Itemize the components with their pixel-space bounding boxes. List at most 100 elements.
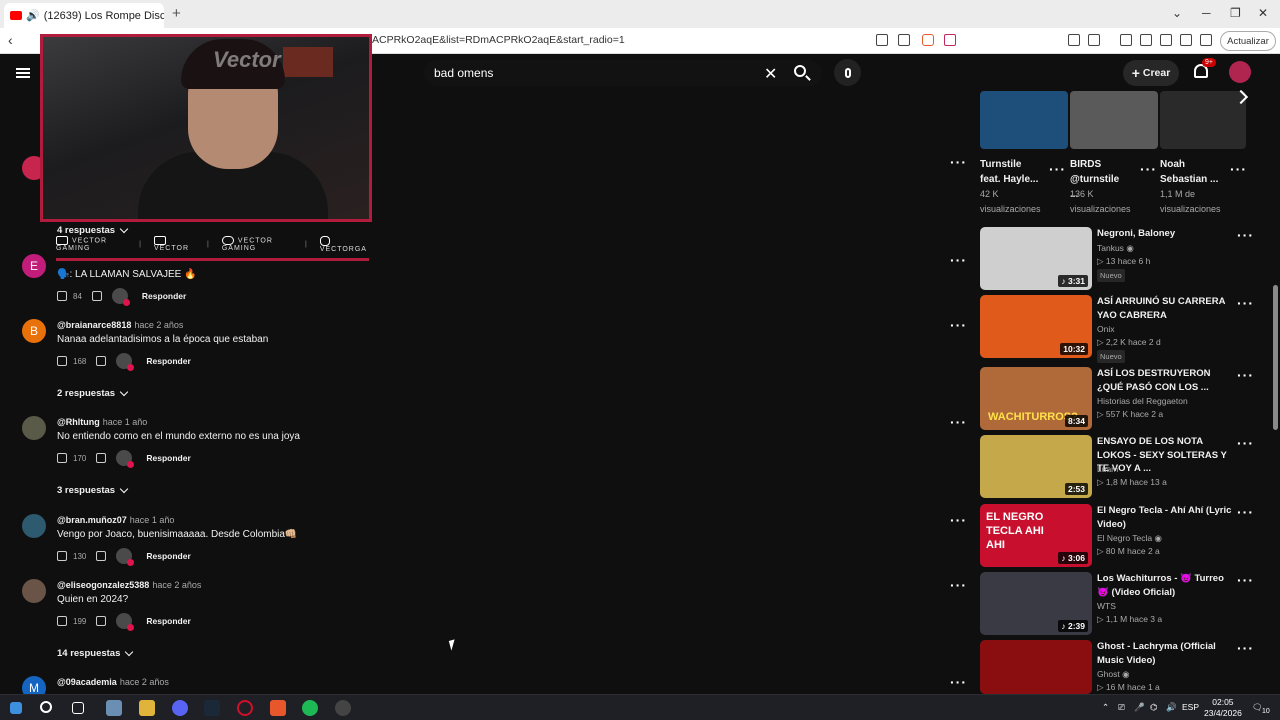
- comment-avatar[interactable]: B: [22, 319, 46, 343]
- shelf-menu-icon[interactable]: ···: [1230, 162, 1247, 176]
- video-thumbnail[interactable]: 10:32: [980, 295, 1092, 358]
- brave-icon[interactable]: [270, 700, 286, 716]
- video-menu-icon[interactable]: ···: [1237, 436, 1254, 450]
- dislike-icon[interactable]: [96, 551, 107, 561]
- back-icon[interactable]: ‹: [8, 32, 13, 48]
- like-icon[interactable]: [57, 356, 67, 366]
- video-title[interactable]: El Negro Tecla - Ahí Ahí (Lyric Video): [1097, 504, 1237, 531]
- file-explorer-icon[interactable]: [139, 700, 155, 716]
- video-thumbnail[interactable]: 2:53: [980, 435, 1092, 498]
- comment-menu-icon[interactable]: ···: [950, 675, 967, 689]
- dislike-icon[interactable]: [91, 291, 102, 301]
- channel-name[interactable]: WTS: [1097, 601, 1116, 611]
- wifi-icon[interactable]: ⌬: [1150, 702, 1157, 713]
- wallet-icon[interactable]: [1088, 34, 1100, 46]
- create-button[interactable]: + Crear: [1123, 60, 1179, 86]
- reply-button[interactable]: Responder: [146, 453, 190, 463]
- video-thumbnail[interactable]: ♪ 2:39: [980, 572, 1092, 635]
- network-icon[interactable]: ⎚: [1118, 702, 1125, 713]
- video-title[interactable]: ASÍ ARRUINÓ SU CARRERA YAO CABRERA: [1097, 295, 1237, 322]
- leo-icon[interactable]: [1180, 34, 1192, 46]
- sidebar-icon[interactable]: [1140, 34, 1152, 46]
- comment-author[interactable]: @Rhltung hace 1 año: [57, 417, 147, 427]
- comment-menu-icon[interactable]: ···: [950, 318, 967, 332]
- comment-author[interactable]: @bran.muñoz07 hace 1 año: [57, 515, 174, 525]
- video-menu-icon[interactable]: ···: [1237, 641, 1254, 655]
- video-menu-icon[interactable]: ···: [1237, 573, 1254, 587]
- shelf-menu-icon[interactable]: ···: [1049, 162, 1066, 176]
- comment-avatar[interactable]: E: [22, 254, 46, 278]
- comment-menu-icon[interactable]: ···: [950, 155, 967, 169]
- dislike-icon[interactable]: [96, 356, 107, 366]
- account-avatar[interactable]: [1229, 61, 1251, 83]
- comment-author[interactable]: @braianarce8818 hace 2 años: [57, 320, 183, 330]
- mic-icon[interactable]: 🎤: [1134, 702, 1145, 713]
- reply-button[interactable]: Responder: [146, 551, 190, 561]
- like-icon[interactable]: [57, 551, 67, 561]
- channel-name[interactable]: El Negro Tecla ◉: [1097, 533, 1162, 544]
- video-title[interactable]: Negroni, Baloney: [1097, 227, 1237, 241]
- video-thumbnail[interactable]: [980, 640, 1092, 694]
- channel-name[interactable]: Tankus ◉: [1097, 243, 1134, 254]
- url-field[interactable]: ACPRkO2aqE&list=RDmACPRkO2aqE&start_radi…: [372, 34, 625, 46]
- video-thumbnail[interactable]: ♪ 3:31: [980, 227, 1092, 290]
- windows-start-icon[interactable]: [10, 702, 22, 714]
- clear-search-icon[interactable]: ✕: [764, 64, 777, 84]
- brave-rewards-icon[interactable]: [944, 34, 956, 46]
- comment-menu-icon[interactable]: ···: [950, 253, 967, 267]
- maximize-button[interactable]: ❐: [1230, 6, 1241, 20]
- shelf-menu-icon[interactable]: ···: [1140, 162, 1157, 176]
- comment-menu-icon[interactable]: ···: [950, 578, 967, 592]
- replies-toggle[interactable]: 14 respuestas: [57, 647, 134, 659]
- language-indicator[interactable]: ESP: [1182, 702, 1199, 712]
- video-menu-icon[interactable]: ···: [1237, 296, 1254, 310]
- like-icon[interactable]: [57, 616, 67, 626]
- chevron-down-icon[interactable]: ⌄: [1172, 6, 1182, 20]
- comment-avatar[interactable]: [22, 514, 46, 538]
- comment-avatar[interactable]: [22, 416, 46, 440]
- new-tab-button[interactable]: +: [172, 5, 181, 22]
- close-window-button[interactable]: ✕: [1258, 6, 1268, 20]
- task-view-icon[interactable]: [72, 702, 84, 714]
- comment-menu-icon[interactable]: ···: [950, 415, 967, 429]
- search-icon[interactable]: [40, 701, 52, 713]
- bookmark-icon[interactable]: [1160, 34, 1172, 46]
- replies-toggle[interactable]: 4 respuestas: [57, 224, 129, 236]
- obs-icon[interactable]: [335, 700, 351, 716]
- like-icon[interactable]: [57, 453, 67, 463]
- brave-shield-icon[interactable]: [922, 34, 934, 46]
- comment-menu-icon[interactable]: ···: [950, 513, 967, 527]
- video-thumbnail[interactable]: EL NEGRO TECLA AHI AHI ♪ 3:06: [980, 504, 1092, 567]
- comment-author[interactable]: @09academia hace 2 años: [57, 677, 169, 687]
- dislike-icon[interactable]: [96, 616, 107, 626]
- shelf-thumbnail[interactable]: [980, 91, 1068, 149]
- video-title[interactable]: Ghost - Lachryma (Official Music Video): [1097, 640, 1237, 667]
- shelf-thumbnail[interactable]: [1160, 91, 1246, 149]
- video-thumbnail[interactable]: WACHITURROS? 8:34: [980, 367, 1092, 430]
- channel-name[interactable]: Onix: [1097, 324, 1114, 334]
- discord-icon[interactable]: [172, 700, 188, 716]
- extensions-icon[interactable]: [1068, 34, 1080, 46]
- scrollbar-thumb[interactable]: [1273, 285, 1278, 430]
- music-icon[interactable]: [1120, 34, 1132, 46]
- search-icon[interactable]: [794, 65, 806, 77]
- cast-icon[interactable]: [876, 34, 888, 46]
- vpn-icon[interactable]: [1200, 34, 1212, 46]
- channel-name[interactable]: Ghost ◉: [1097, 669, 1129, 680]
- video-menu-icon[interactable]: ···: [1237, 368, 1254, 382]
- menu-icon[interactable]: [16, 68, 30, 78]
- video-menu-icon[interactable]: ···: [1237, 505, 1254, 519]
- volume-icon[interactable]: 🔊: [1166, 702, 1177, 713]
- opera-icon[interactable]: [237, 700, 253, 716]
- app-icon[interactable]: [106, 700, 122, 716]
- reply-button[interactable]: Responder: [142, 291, 186, 301]
- dislike-icon[interactable]: [96, 453, 107, 463]
- video-title[interactable]: ASÍ LOS DESTRUYERON ¿QUÉ PASÓ CON LOS ..…: [1097, 367, 1237, 394]
- shelf-title[interactable]: Turnstile feat. Hayle...: [980, 157, 1040, 187]
- shelf-thumbnail[interactable]: [1070, 91, 1158, 149]
- system-clock[interactable]: 02:05 23/4/2026: [1204, 697, 1242, 719]
- update-button[interactable]: Actualizar: [1220, 31, 1276, 51]
- chevron-up-icon[interactable]: ⌃: [1102, 702, 1109, 713]
- like-icon[interactable]: [57, 291, 67, 301]
- browser-tab[interactable]: 🔊 (12639) Los Rompe Discotek... ✕: [4, 3, 164, 28]
